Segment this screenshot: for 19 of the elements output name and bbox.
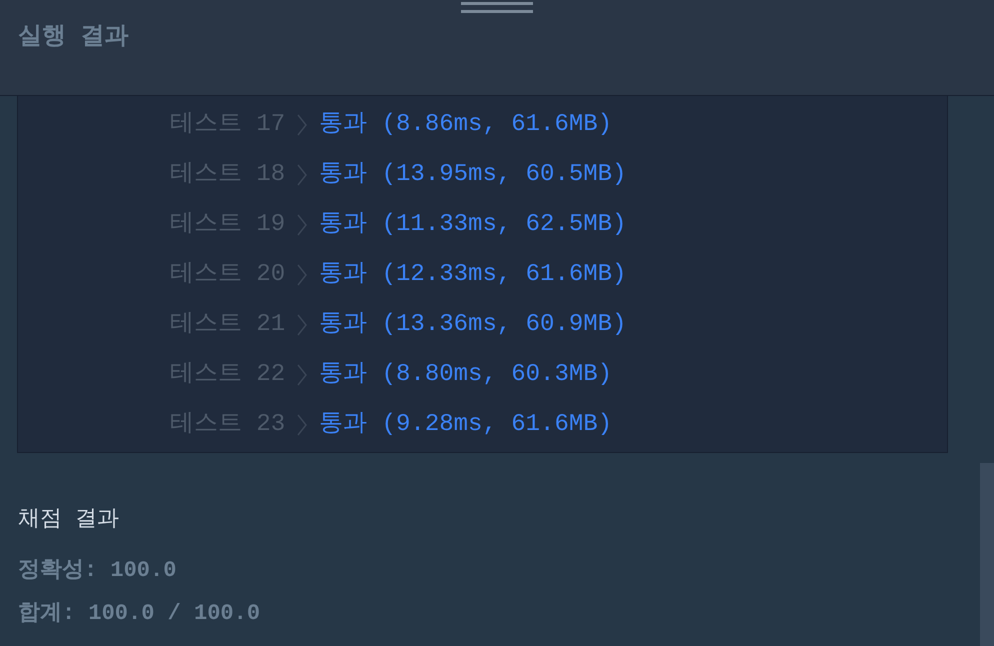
chevron-icon <box>297 413 308 437</box>
grading-title: 채점 결과 <box>18 506 120 534</box>
test-result: 통과 (12.33ms, 61.6MB) <box>319 260 626 290</box>
chevron-icon <box>297 263 308 287</box>
test-result: 통과 (13.36ms, 60.9MB) <box>319 310 626 340</box>
chevron-icon <box>297 213 308 237</box>
grading-line: 정확성: 100.0 <box>18 557 178 585</box>
chevron-icon <box>297 313 308 337</box>
drag-handle-icon[interactable] <box>461 2 533 14</box>
test-result: 통과 (9.28ms, 61.6MB) <box>319 410 612 440</box>
chevron-icon <box>297 113 308 137</box>
test-result: 통과 (13.95ms, 60.5MB) <box>319 160 626 190</box>
test-result: 통과 (8.86ms, 61.6MB) <box>319 110 612 140</box>
panel-title: 실행 결과 <box>17 23 130 53</box>
chevron-icon <box>297 163 308 187</box>
test-result: 통과 (11.33ms, 62.5MB) <box>319 210 626 240</box>
grading-line: 합계: 100.0 / 100.0 <box>18 600 262 628</box>
chevron-icon <box>297 363 308 387</box>
test-result: 통과 (8.80ms, 60.3MB) <box>319 360 612 390</box>
